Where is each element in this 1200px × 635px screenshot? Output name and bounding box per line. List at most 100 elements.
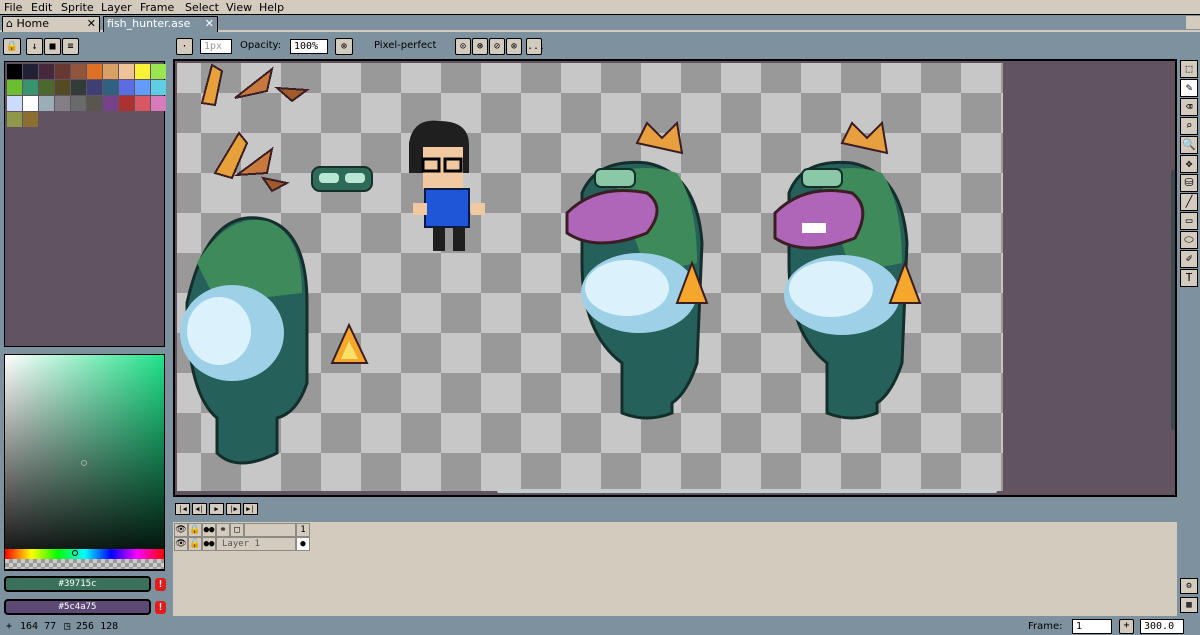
tab-home-close-icon[interactable]: ✕ [87, 17, 96, 31]
text-icon[interactable]: T [1180, 269, 1198, 287]
stabilizer-icon[interactable]: ⊚ [506, 38, 522, 55]
play-icon[interactable]: ▶ [209, 503, 224, 515]
brush-icon[interactable]: ✐ [1180, 250, 1198, 268]
lock-icon[interactable]: 🔒 [3, 38, 21, 55]
menu-sprite[interactable]: Sprite [61, 1, 94, 14]
last-frame-icon[interactable]: ▶| [243, 503, 258, 515]
palette-swatch[interactable] [119, 96, 134, 111]
opacity-input[interactable]: 100% [290, 39, 328, 54]
palette-swatch[interactable] [23, 80, 38, 95]
line-icon[interactable]: ╱ [1180, 193, 1198, 211]
layer-name[interactable]: Layer 1 [216, 537, 296, 551]
timeline-config-icon[interactable]: ⚙ [1180, 578, 1198, 594]
symmetry-icon[interactable]: ⊙ [455, 38, 471, 55]
layer-header-icon[interactable]: □ [230, 523, 244, 537]
ellipse-icon[interactable]: ⬭ [1180, 231, 1198, 249]
rectangle-icon[interactable]: ▭ [1180, 212, 1198, 230]
background-color-button[interactable]: #5c4a75 [4, 599, 151, 615]
palette-swatch[interactable] [103, 96, 118, 111]
palette-swatch[interactable] [7, 80, 22, 95]
cel-1[interactable]: ● [296, 537, 310, 551]
next-frame-icon[interactable]: |▶ [226, 503, 241, 515]
palette-swatch[interactable] [119, 80, 134, 95]
palette-swatch[interactable] [151, 96, 166, 111]
palette-swatch[interactable] [7, 64, 22, 79]
palette-swatch[interactable] [39, 80, 54, 95]
timeline-toggle-icon[interactable]: ▦ [1180, 597, 1198, 613]
download-icon[interactable]: ↓ [26, 38, 43, 55]
canvas-area[interactable] [173, 59, 1177, 497]
pencil-icon[interactable]: ✎ [1180, 79, 1198, 97]
sprite-canvas[interactable] [177, 63, 1003, 491]
palette-swatch[interactable] [87, 80, 102, 95]
palette-swatch[interactable] [55, 96, 70, 111]
palette-swatch[interactable] [23, 96, 38, 111]
palette-swatch[interactable] [135, 80, 150, 95]
palette-swatch[interactable] [71, 80, 86, 95]
menu-file[interactable]: File [4, 1, 22, 14]
stop-icon[interactable]: ■ [44, 38, 61, 55]
tab-home[interactable]: ⌂ Home ✕ [2, 16, 100, 32]
eyedropper-icon[interactable]: ⌕ [1180, 117, 1198, 135]
pixel-perfect-label[interactable]: Pixel-perfect [374, 40, 436, 51]
bucket-icon[interactable]: ⛁ [1180, 174, 1198, 192]
hue-slider[interactable] [5, 549, 164, 559]
marquee-icon[interactable]: ⬚ [1180, 60, 1198, 78]
zoom-icon[interactable]: 🔍 [1180, 136, 1198, 154]
foreground-color-button[interactable]: #39715c [4, 576, 151, 592]
move-icon[interactable]: ✥ [1180, 155, 1198, 173]
layer-lock-icon[interactable]: 🔓 [188, 537, 202, 551]
bg-warning-icon[interactable]: ! [155, 601, 166, 614]
palette-swatch[interactable] [151, 80, 166, 95]
brush-type-icon[interactable]: · [176, 38, 193, 55]
continuous-header-icon[interactable]: ●● [202, 523, 216, 537]
palette-swatch[interactable] [23, 112, 38, 127]
menu-select[interactable]: Select [185, 1, 219, 14]
palette-swatch[interactable] [119, 64, 134, 79]
layer-visibility-icon[interactable]: 👁 [174, 537, 188, 551]
dynamics-icon[interactable]: ⊛ [472, 38, 488, 55]
palette-swatch[interactable] [39, 64, 54, 79]
first-frame-icon[interactable]: |◀ [175, 503, 190, 515]
palette-swatch[interactable] [151, 64, 166, 79]
tab-file-close-icon[interactable]: ✕ [205, 17, 214, 31]
eraser-icon[interactable]: ⌫ [1180, 98, 1198, 116]
horizontal-scrollbar[interactable] [497, 489, 997, 493]
palette-swatch[interactable] [7, 112, 22, 127]
menu-frame[interactable]: Frame [140, 1, 174, 14]
layer-continuous-icon[interactable]: ●● [202, 537, 216, 551]
ink-icon[interactable]: ⊚ [335, 38, 353, 55]
palette-swatch[interactable] [23, 64, 38, 79]
palette-swatch[interactable] [103, 64, 118, 79]
alpha-slider[interactable] [5, 559, 164, 569]
palette-swatch[interactable] [55, 80, 70, 95]
more-options-button[interactable]: ... [526, 38, 545, 55]
zoom-input[interactable]: 300.0 [1140, 619, 1184, 634]
palette-swatch[interactable] [87, 96, 102, 111]
link-header-icon[interactable]: ⚭ [216, 523, 230, 537]
palette-swatch[interactable] [39, 96, 54, 111]
menu-view[interactable]: View [226, 1, 252, 14]
frame-header[interactable]: 1 [296, 523, 310, 537]
prev-frame-icon[interactable]: ◀| [192, 503, 207, 515]
menu-help[interactable]: Help [259, 1, 284, 14]
palette-swatch[interactable] [135, 96, 150, 111]
frame-input[interactable]: 1 [1072, 619, 1112, 634]
fg-warning-icon[interactable]: ! [155, 578, 166, 591]
zoom-in-button[interactable]: + [1119, 619, 1134, 634]
palette-swatch[interactable] [87, 64, 102, 79]
vertical-scrollbar[interactable] [1171, 170, 1175, 430]
visibility-header-icon[interactable]: 👁 [174, 523, 188, 537]
brush-size-input[interactable]: 1px [200, 39, 232, 54]
palette-swatch[interactable] [7, 96, 22, 111]
palette-swatch[interactable] [103, 80, 118, 95]
menu-edit[interactable]: Edit [31, 1, 52, 14]
palette-swatch[interactable] [71, 96, 86, 111]
menu-lines-icon[interactable]: ≡ [62, 38, 79, 55]
color-picker[interactable] [4, 354, 165, 571]
no-stabilizer-icon[interactable]: ⊘ [489, 38, 505, 55]
tab-file[interactable]: fish_hunter.ase ✕ [103, 16, 218, 32]
lock-header-icon[interactable]: 🔒 [188, 523, 202, 537]
palette-swatch[interactable] [71, 64, 86, 79]
palette-swatch[interactable] [55, 64, 70, 79]
